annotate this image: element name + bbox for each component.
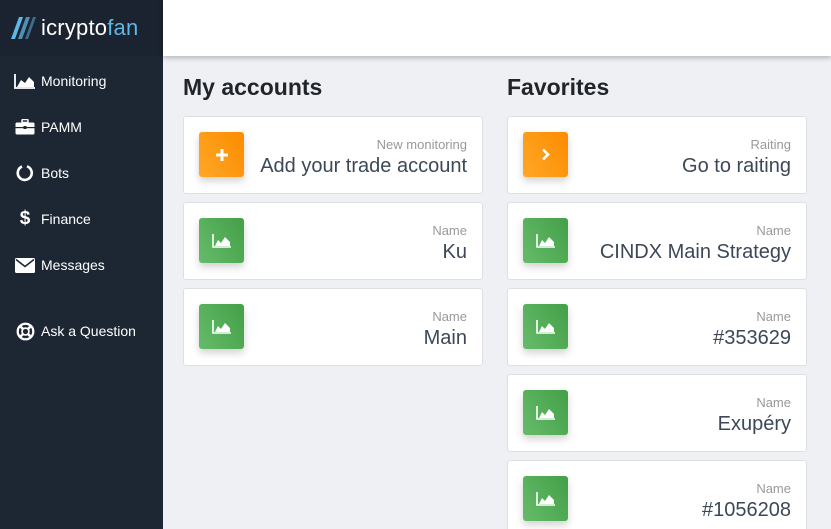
card-value: Exupéry (717, 413, 791, 435)
card-label: Name (756, 309, 791, 324)
area-chart-icon (14, 72, 36, 90)
card-value: Add your trade account (260, 155, 467, 177)
lifebuoy-icon (14, 322, 36, 340)
card-label: Name (432, 309, 467, 324)
favorite-card[interactable]: Name #353629 (507, 288, 807, 366)
brand-logo[interactable]: icryptofan (0, 0, 163, 56)
dollar-icon: $ (19, 208, 31, 229)
favorites-section: Favorites Raiting Go to raiting Name CIN… (507, 56, 807, 529)
sidebar-item-finance[interactable]: $ Finance (0, 196, 163, 242)
my-accounts-section: My accounts New monitoring Add your trad… (183, 56, 483, 374)
card-label: Name (756, 481, 791, 496)
top-bar (163, 0, 831, 56)
area-chart-icon (199, 218, 244, 263)
card-value: CINDX Main Strategy (599, 241, 791, 263)
sidebar: icryptofan Monitoring PAMM Bots $ Financ… (0, 0, 163, 529)
card-label: New monitoring (376, 137, 467, 152)
envelope-icon (14, 256, 36, 274)
sidebar-nav: Monitoring PAMM Bots $ Finance Messages (0, 56, 163, 354)
logo-mark-icon (11, 17, 36, 39)
card-value: Ku (442, 241, 467, 263)
sidebar-item-label: PAMM (41, 119, 82, 135)
card-label: Raiting (750, 137, 791, 152)
sidebar-item-label: Messages (41, 257, 105, 273)
favorite-card[interactable]: Name #1056208 (507, 460, 807, 529)
my-accounts-title: My accounts (183, 74, 323, 100)
favorites-title: Favorites (507, 74, 610, 100)
card-label: Name (756, 223, 791, 238)
sidebar-item-monitoring[interactable]: Monitoring (0, 58, 163, 104)
card-value: #353629 (713, 327, 791, 349)
sidebar-item-messages[interactable]: Messages (0, 242, 163, 288)
area-chart-icon (199, 304, 244, 349)
card-value: Go to raiting (682, 155, 791, 177)
plus-icon (199, 132, 244, 177)
card-label: Name (432, 223, 467, 238)
card-value: #1056208 (702, 499, 791, 521)
sidebar-item-ask-a-question[interactable]: Ask a Question (0, 308, 163, 354)
spinner-ring-icon (14, 164, 36, 182)
card-value: Main (423, 327, 467, 349)
sidebar-item-pamm[interactable]: PAMM (0, 104, 163, 150)
go-to-raiting-card[interactable]: Raiting Go to raiting (507, 116, 807, 194)
area-chart-icon (523, 390, 568, 435)
briefcase-icon (14, 118, 36, 136)
sidebar-item-label: Finance (41, 211, 91, 227)
area-chart-icon (523, 476, 568, 521)
chevron-right-icon (523, 132, 568, 177)
account-card[interactable]: Name Ku (183, 202, 483, 280)
card-label: Name (756, 395, 791, 410)
sidebar-item-label: Ask a Question (41, 323, 136, 339)
favorite-card[interactable]: Name CINDX Main Strategy (507, 202, 807, 280)
favorite-card[interactable]: Name Exupéry (507, 374, 807, 452)
brand-name: icryptofan (41, 15, 139, 40)
area-chart-icon (523, 218, 568, 263)
account-card[interactable]: Name Main (183, 288, 483, 366)
sidebar-item-bots[interactable]: Bots (0, 150, 163, 196)
area-chart-icon (523, 304, 568, 349)
add-trade-account-card[interactable]: New monitoring Add your trade account (183, 116, 483, 194)
sidebar-item-label: Monitoring (41, 73, 107, 89)
sidebar-item-label: Bots (41, 165, 70, 181)
